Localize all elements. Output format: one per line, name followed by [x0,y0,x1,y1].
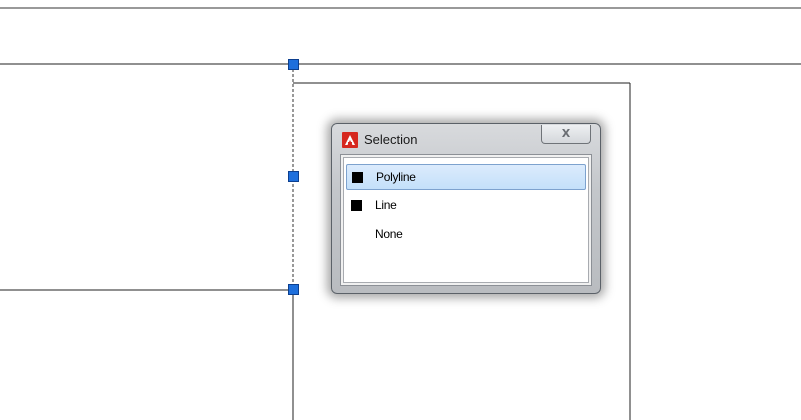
dialog-titlebar[interactable]: Selection X [332,124,600,154]
list-item-label: Line [375,198,397,212]
close-icon: X [561,127,571,140]
dialog-title: Selection [364,132,418,147]
list-item-none[interactable]: None [346,222,586,248]
list-item-label: None [375,227,403,241]
selection-dialog: Selection X Polyline Line None [331,123,601,294]
grip-handle-middle[interactable] [288,171,299,182]
grip-handle-top[interactable] [288,59,299,70]
grip-handle-bottom[interactable] [288,284,299,295]
list-item-polyline[interactable]: Polyline [346,164,586,190]
selection-listbox[interactable]: Polyline Line None [343,157,589,283]
color-swatch-icon [351,200,362,211]
dialog-client-area: Polyline Line None [340,154,592,286]
color-swatch-icon [352,172,363,183]
close-button[interactable]: X [541,125,591,144]
autocad-icon [342,132,358,148]
list-item-label: Polyline [376,170,416,184]
list-item-line[interactable]: Line [346,193,586,219]
